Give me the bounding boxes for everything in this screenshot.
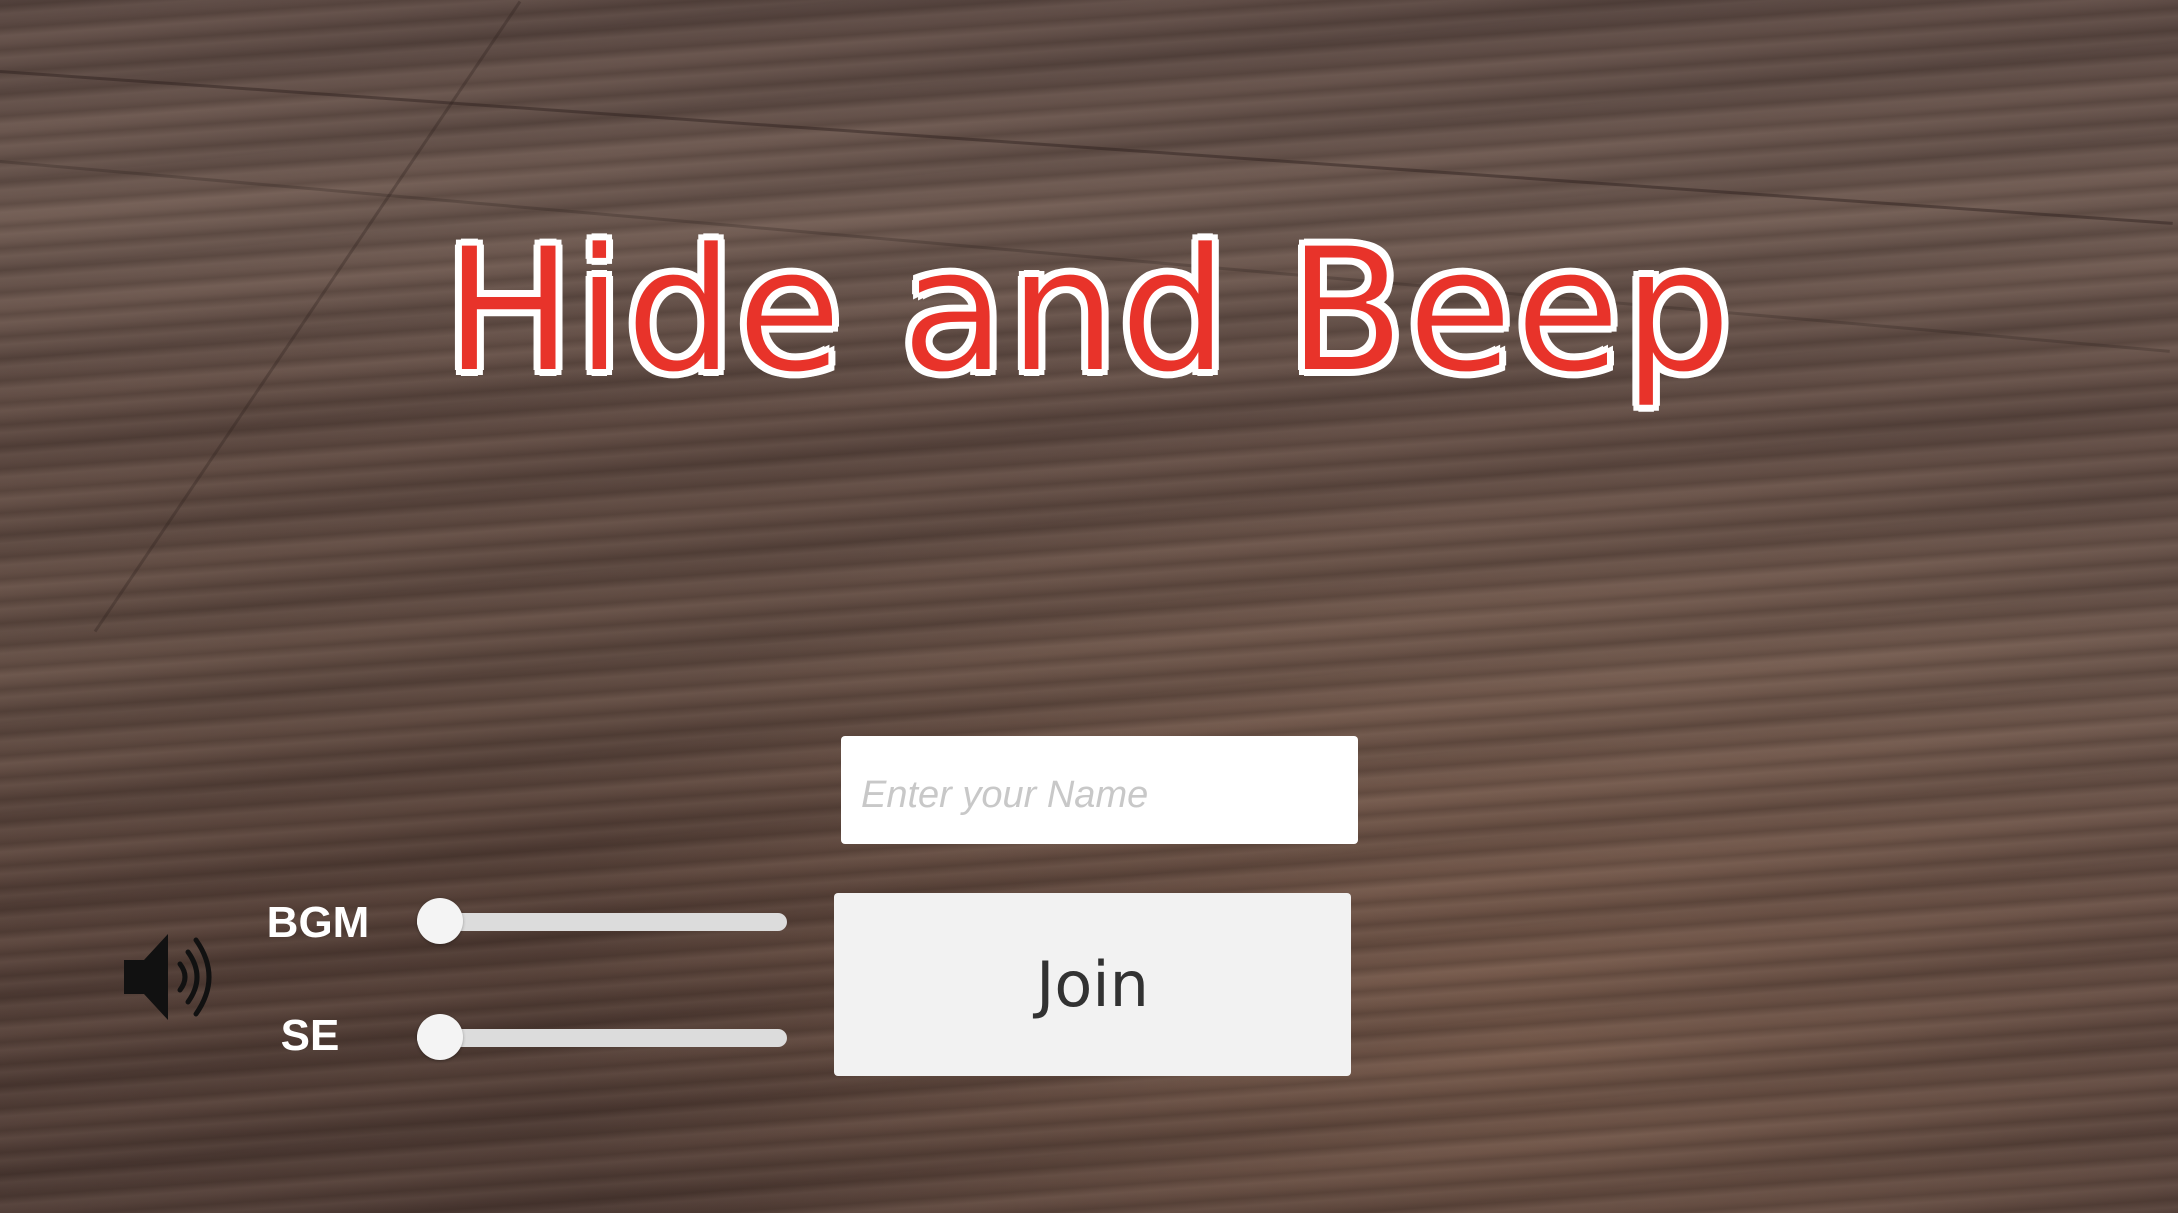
floor-seam <box>0 70 2173 225</box>
game-title: Hide and Beep <box>443 210 1734 411</box>
slider-track <box>417 1029 787 1047</box>
se-label: SE <box>280 1011 340 1060</box>
bgm-label: BGM <box>266 898 370 947</box>
join-button[interactable]: Join <box>834 893 1351 1076</box>
se-slider[interactable] <box>417 1014 787 1060</box>
slider-track <box>417 913 787 931</box>
bgm-slider[interactable] <box>417 898 787 944</box>
name-input[interactable] <box>841 736 1358 844</box>
slider-handle[interactable] <box>417 898 463 944</box>
speaker-icon[interactable] <box>122 922 218 1032</box>
slider-handle[interactable] <box>417 1014 463 1060</box>
